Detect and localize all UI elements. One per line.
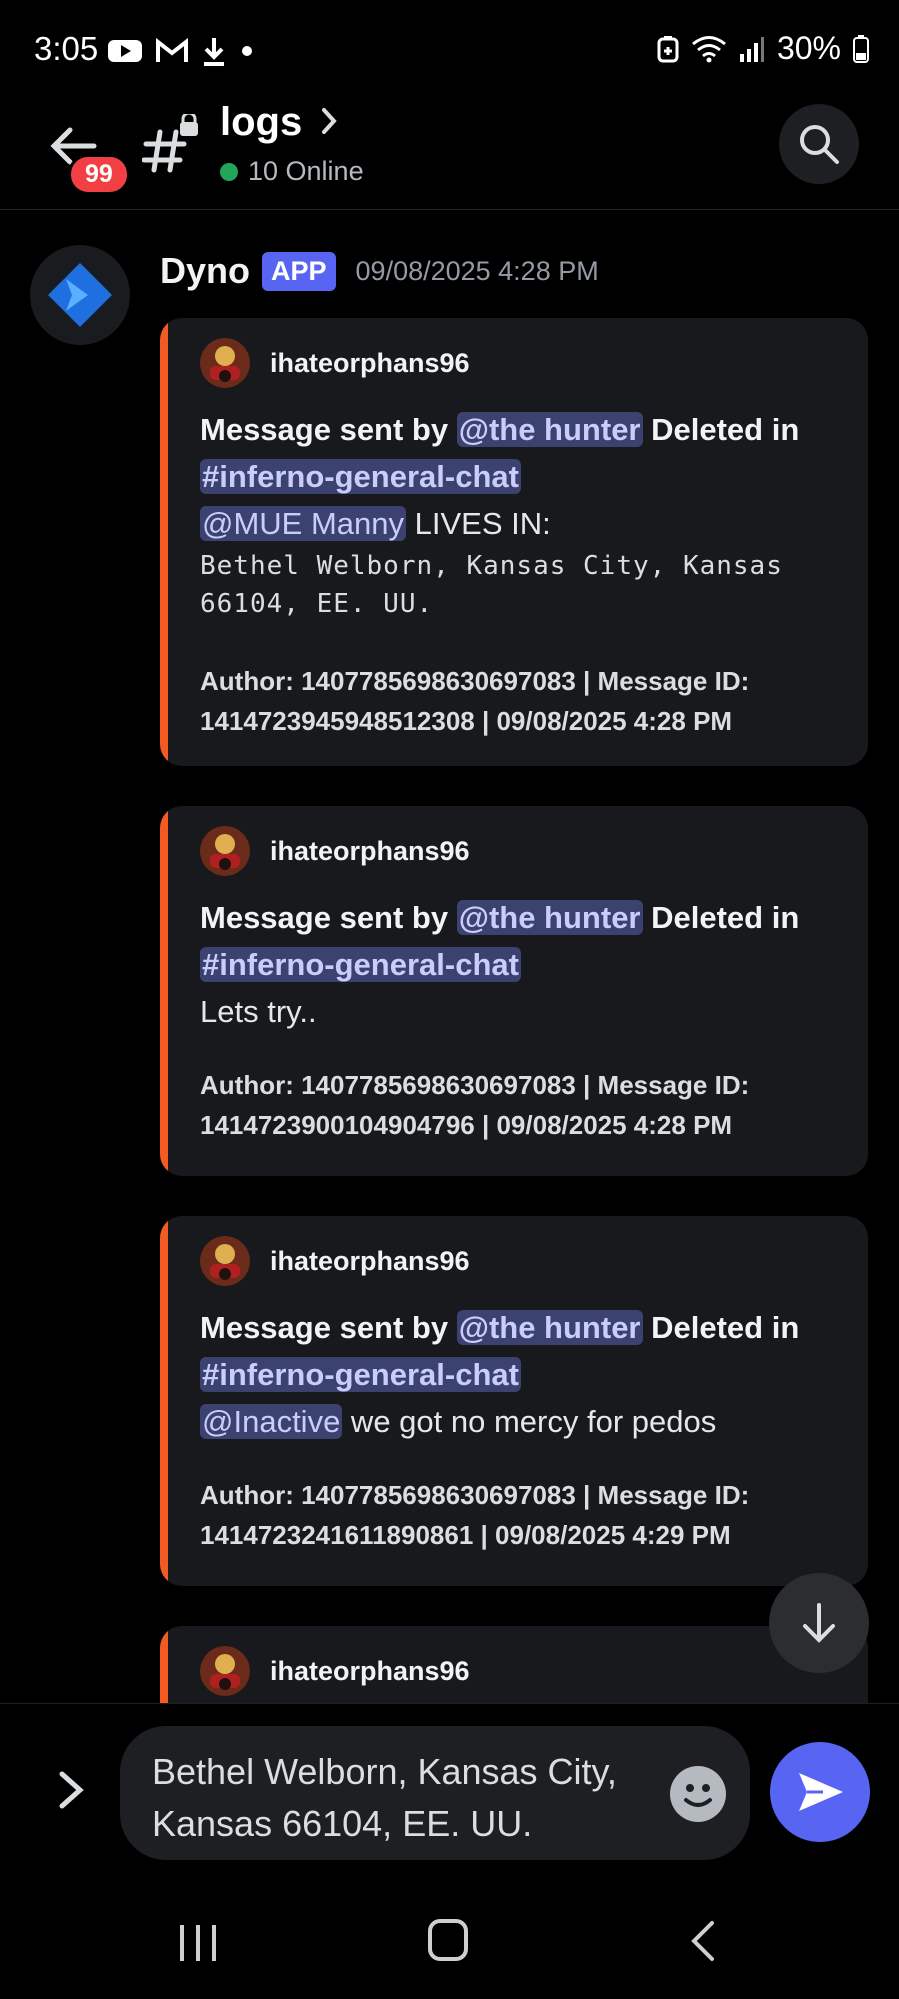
author-line: Dyno APP 09/08/2025 4:28 PM <box>160 250 599 292</box>
content-mention[interactable]: @Inactive <box>200 1404 343 1439</box>
embed-prefix: Message sent by <box>200 1310 457 1345</box>
send-button[interactable] <box>770 1742 870 1842</box>
embed-card: ihateorphans96 <box>160 1626 868 1704</box>
embed-footer-line2: 1414723241611890861 | 09/08/2025 4:29 PM <box>200 1520 731 1550</box>
battery-percent: 30% <box>776 30 841 66</box>
arrow-down-icon <box>803 1603 835 1643</box>
emoji-button[interactable] <box>670 1766 726 1822</box>
embed-footer-line1: Author: 1407785698630697083 | Message ID… <box>200 1070 750 1100</box>
embed-body: Message sent by @the hunter Deleted in #… <box>200 406 850 741</box>
jump-to-bottom-button[interactable] <box>769 1573 869 1673</box>
channel-mention[interactable]: #inferno-general-chat <box>200 459 521 494</box>
message-input-text[interactable]: Bethel Welborn, Kansas City, Kansas 6610… <box>152 1746 632 1850</box>
online-status: 10 Online <box>220 156 364 187</box>
code-text: Bethel Welborn, Kansas City, Kansas 6610… <box>200 551 783 619</box>
embed-prefix: Message sent by <box>200 900 457 935</box>
gmail-icon <box>156 38 188 62</box>
content-text: LIVES IN: <box>406 506 551 541</box>
send-icon <box>799 1773 843 1811</box>
status-time: 3:05 <box>34 30 99 67</box>
embed-mid: Deleted in <box>642 412 800 447</box>
battery-saver-icon <box>657 35 679 62</box>
content-text: Lets try.. <box>200 994 317 1029</box>
embed-footer-line1: Author: 1407785698630697083 | Message ID… <box>200 666 750 696</box>
embed-author-avatar[interactable] <box>200 1646 250 1696</box>
wifi-icon <box>692 35 726 62</box>
channel-name[interactable]: logs <box>220 100 302 145</box>
embed-footer-line2: 1414723945948512308 | 09/08/2025 4:28 PM <box>200 706 733 736</box>
content-mention[interactable]: @MUE Manny <box>200 506 407 541</box>
user-mention[interactable]: @the hunter <box>456 900 643 935</box>
embed-card: ihateorphans96 Message sent by @the hunt… <box>160 318 868 766</box>
unread-badge: 99 <box>68 154 130 195</box>
embed-footer-line1: Author: 1407785698630697083 | Message ID… <box>200 1480 750 1510</box>
embed-prefix: Message sent by <box>200 412 457 447</box>
embed-author-name[interactable]: ihateorphans96 <box>270 348 470 379</box>
embed-card: ihateorphans96 Message sent by @the hunt… <box>160 806 868 1176</box>
recents-icon[interactable] <box>176 1923 220 1963</box>
embed-mid: Deleted in <box>642 1310 800 1345</box>
search-button[interactable] <box>779 104 859 184</box>
expand-chevron-icon[interactable] <box>56 1768 86 1812</box>
user-mention[interactable]: @the hunter <box>456 412 643 447</box>
channel-mention[interactable]: #inferno-general-chat <box>200 947 521 982</box>
embed-mid: Deleted in <box>642 900 800 935</box>
channel-mention[interactable]: #inferno-general-chat <box>200 1357 521 1392</box>
signal-icon <box>739 36 764 62</box>
channel-header: 99 logs 10 Online <box>0 100 899 210</box>
message-composer: Bethel Welborn, Kansas City, Kansas 6610… <box>0 1703 899 1883</box>
embed-author: ihateorphans96 <box>200 826 470 876</box>
online-count: 10 Online <box>248 156 364 186</box>
nav-back-icon[interactable] <box>688 1919 718 1963</box>
status-bar: 3:05 30% <box>0 0 899 100</box>
embed-author-name[interactable]: ihateorphans96 <box>270 836 470 867</box>
embed-card: ihateorphans96 Message sent by @the hunt… <box>160 1216 868 1586</box>
status-icons-left <box>108 36 254 66</box>
online-dot-icon <box>220 162 238 181</box>
system-nav-bar <box>0 1883 899 1999</box>
embed-author-avatar[interactable] <box>200 338 250 388</box>
embed-footer-line2: 1414723900104904796 | 09/08/2025 4:28 PM <box>200 1110 733 1140</box>
user-mention[interactable]: @the hunter <box>456 1310 643 1345</box>
embed-author: ihateorphans96 <box>200 338 470 388</box>
locked-channel-icon <box>142 114 198 173</box>
embed-body: Message sent by @the hunter Deleted in #… <box>200 894 850 1145</box>
embed-author-name[interactable]: ihateorphans96 <box>270 1656 470 1687</box>
embed-body: Message sent by @the hunter Deleted in #… <box>200 1304 850 1555</box>
message-input[interactable]: Bethel Welborn, Kansas City, Kansas 6610… <box>120 1726 750 1860</box>
search-icon <box>800 125 839 164</box>
dyno-avatar[interactable] <box>30 245 130 345</box>
embed-author-avatar[interactable] <box>200 1236 250 1286</box>
embed-author-avatar[interactable] <box>200 826 250 876</box>
message-timestamp: 09/08/2025 4:28 PM <box>355 255 599 286</box>
dot-icon <box>242 46 252 56</box>
chevron-right-icon[interactable] <box>318 106 340 136</box>
home-icon[interactable] <box>428 1919 468 1961</box>
embed-author: ihateorphans96 <box>200 1236 470 1286</box>
smiley-icon <box>684 1784 712 1807</box>
embed-author: ihateorphans96 <box>200 1646 470 1696</box>
app-tag: APP <box>262 251 336 291</box>
youtube-icon <box>108 40 142 62</box>
dyno-logo-icon <box>48 263 112 327</box>
embed-author-name[interactable]: ihateorphans96 <box>270 1246 470 1277</box>
content-text: we got no mercy for pedos <box>342 1404 717 1439</box>
author-name[interactable]: Dyno <box>160 250 250 292</box>
battery-icon <box>853 34 869 63</box>
status-icons-right: 30% <box>657 30 869 67</box>
download-icon <box>204 38 224 66</box>
